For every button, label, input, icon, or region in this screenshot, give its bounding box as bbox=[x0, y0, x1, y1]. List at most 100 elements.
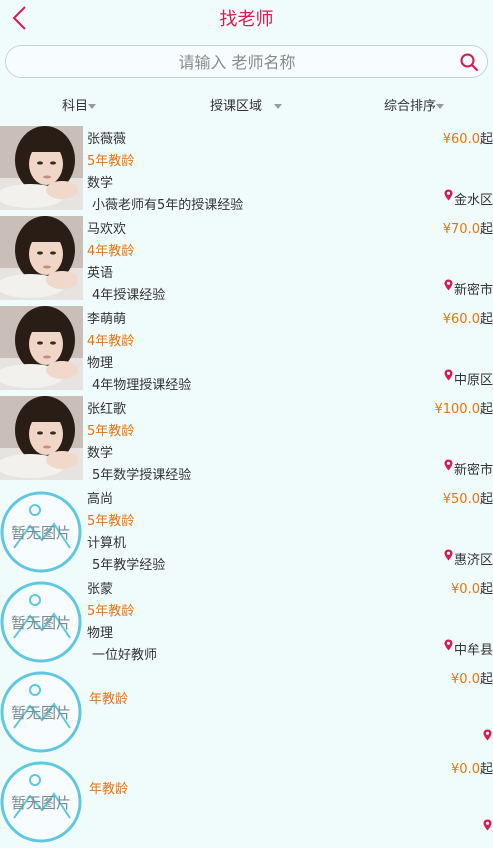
teacher-row[interactable]: 张红歌 5年教龄 数学 5年数学授课经验 ¥100.0起 新密市 bbox=[0, 396, 493, 486]
location-pin-icon bbox=[483, 729, 492, 741]
price-label: ¥0.0起 bbox=[451, 578, 493, 597]
location-text: 中牟县 bbox=[453, 643, 493, 658]
location: 新密市 bbox=[444, 459, 493, 478]
price-unit: 起 bbox=[479, 582, 493, 597]
location: 金水区 bbox=[444, 189, 493, 208]
teacher-row[interactable]: 暂无图片 年教龄 ¥0.0起 bbox=[0, 666, 493, 756]
teacher-row[interactable]: 李萌萌 4年教龄物理 4年物理授课经验 ¥60.0起 中原区 bbox=[0, 306, 493, 396]
dropdown-arrow-icon bbox=[436, 104, 445, 109]
area-filter-label: 授课区域 bbox=[210, 99, 263, 114]
price-value: ¥60.0 bbox=[442, 312, 480, 327]
teacher-row[interactable]: 张薇薇 5年教龄数学小薇老师有5年的授课经验 ¥60.0起 金水区 bbox=[0, 126, 493, 216]
location-pin-icon bbox=[444, 369, 453, 381]
price-label: ¥60.0起 bbox=[443, 128, 493, 147]
location: 中牟县 bbox=[444, 639, 493, 658]
page-title: 找老师 bbox=[219, 9, 274, 30]
location-text: 新密市 bbox=[453, 283, 493, 298]
teacher-avatar bbox=[0, 396, 83, 480]
teacher-row[interactable]: 马欢欢 4年教龄英语 4年授课经验 ¥70.0起 新密市 bbox=[0, 216, 493, 306]
price-value: ¥70.0 bbox=[442, 222, 480, 237]
price-label: ¥100.0起 bbox=[434, 398, 493, 417]
area-filter[interactable]: 授课区域 bbox=[210, 95, 283, 114]
no-image-text: 暂无图片 bbox=[11, 614, 71, 632]
location-text: 新密市 bbox=[453, 463, 493, 478]
teacher-subject: 数学 bbox=[87, 176, 114, 191]
location: 中原区 bbox=[444, 369, 493, 388]
teacher-row[interactable]: 暂无图片 高尚 5年教龄 计算机 5年教学经验 ¥50.0起 惠济区 bbox=[0, 486, 493, 576]
teacher-row[interactable]: 暂无图片 年教龄 ¥0.0起 bbox=[0, 756, 493, 846]
teaching-years: 4年教龄 bbox=[87, 244, 135, 259]
teacher-description: 4年授课经验 bbox=[92, 288, 166, 303]
price-unit: 起 bbox=[479, 492, 493, 507]
price-label: ¥60.0起 bbox=[443, 308, 493, 327]
price-value: ¥0.0 bbox=[451, 672, 480, 687]
location-pin-icon bbox=[444, 549, 453, 561]
sort-filter[interactable]: 综合排序 bbox=[384, 95, 445, 114]
location-pin-icon bbox=[444, 639, 453, 651]
no-image-placeholder: 暂无图片 bbox=[0, 760, 83, 844]
teacher-name: 张薇薇 bbox=[87, 132, 127, 147]
teacher-avatar bbox=[0, 126, 83, 210]
teacher-name: 张蒙 bbox=[87, 582, 114, 597]
price-label: ¥0.0起 bbox=[451, 758, 493, 777]
teacher-subject: 英语 bbox=[87, 266, 114, 281]
subject-filter-label: 科目 bbox=[62, 99, 89, 114]
location: 惠济区 bbox=[444, 549, 493, 568]
price-value: ¥100.0 bbox=[434, 402, 480, 417]
search-input[interactable] bbox=[20, 46, 454, 79]
teacher-name: 马欢欢 bbox=[87, 222, 127, 237]
teaching-years: 年教龄 bbox=[89, 782, 129, 797]
teaching-years: 5年教龄 bbox=[87, 154, 135, 169]
location-pin-icon bbox=[483, 819, 492, 831]
price-value: ¥0.0 bbox=[451, 762, 480, 777]
teacher-subject: 物理 bbox=[87, 356, 114, 371]
subject-filter[interactable]: 科目 bbox=[62, 95, 97, 114]
filter-bar: 科目 授课区域 综合排序 bbox=[0, 92, 493, 118]
search-icon[interactable] bbox=[459, 52, 479, 72]
teaching-years: 5年教龄 bbox=[87, 604, 135, 619]
price-value: ¥50.0 bbox=[442, 492, 480, 507]
teaching-years: 4年教龄 bbox=[87, 334, 135, 349]
teacher-description: 小薇老师有5年的授课经验 bbox=[92, 198, 244, 213]
location: 新密市 bbox=[444, 279, 493, 298]
price-value: ¥60.0 bbox=[442, 132, 480, 147]
teacher-row[interactable]: 暂无图片 张蒙 5年教龄物理一位好教师 ¥0.0起 中牟县 bbox=[0, 576, 493, 666]
price-unit: 起 bbox=[479, 312, 493, 327]
teaching-years: 5年教龄 bbox=[87, 424, 135, 439]
teacher-description: 5年数学授课经验 bbox=[92, 468, 192, 483]
teacher-subject: 计算机 bbox=[87, 536, 127, 551]
teaching-years: 5年教龄 bbox=[87, 514, 135, 529]
teacher-name: 李萌萌 bbox=[87, 312, 127, 327]
location-text: 金水区 bbox=[453, 193, 493, 208]
price-unit: 起 bbox=[479, 402, 493, 417]
no-image-placeholder: 暂无图片 bbox=[0, 490, 83, 574]
location-pin-icon bbox=[444, 279, 453, 291]
teacher-avatar bbox=[0, 216, 83, 300]
teacher-subject: 数学 bbox=[87, 446, 114, 461]
no-image-text: 暂无图片 bbox=[11, 794, 71, 812]
teacher-description: 4年物理授课经验 bbox=[92, 378, 192, 393]
sort-filter-label: 综合排序 bbox=[384, 99, 437, 114]
location bbox=[483, 729, 493, 744]
price-unit: 起 bbox=[479, 672, 493, 687]
teacher-subject: 物理 bbox=[87, 626, 114, 641]
price-label: ¥70.0起 bbox=[443, 218, 493, 237]
no-image-text: 暂无图片 bbox=[11, 524, 71, 542]
teacher-avatar bbox=[0, 306, 83, 390]
price-unit: 起 bbox=[479, 762, 493, 777]
no-image-placeholder: 暂无图片 bbox=[0, 580, 83, 664]
location-pin-icon bbox=[444, 459, 453, 471]
dropdown-arrow-icon bbox=[274, 104, 283, 109]
dropdown-arrow-icon bbox=[88, 104, 97, 109]
price-unit: 起 bbox=[479, 132, 493, 147]
price-value: ¥0.0 bbox=[451, 582, 480, 597]
teacher-description: 一位好教师 bbox=[92, 648, 158, 663]
search-bar bbox=[5, 45, 488, 79]
teaching-years: 年教龄 bbox=[89, 692, 129, 707]
location bbox=[483, 819, 493, 834]
location-pin-icon bbox=[444, 189, 453, 201]
no-image-placeholder: 暂无图片 bbox=[0, 670, 83, 754]
teacher-name: 高尚 bbox=[87, 492, 114, 507]
location-text: 中原区 bbox=[453, 373, 493, 388]
price-unit: 起 bbox=[479, 222, 493, 237]
